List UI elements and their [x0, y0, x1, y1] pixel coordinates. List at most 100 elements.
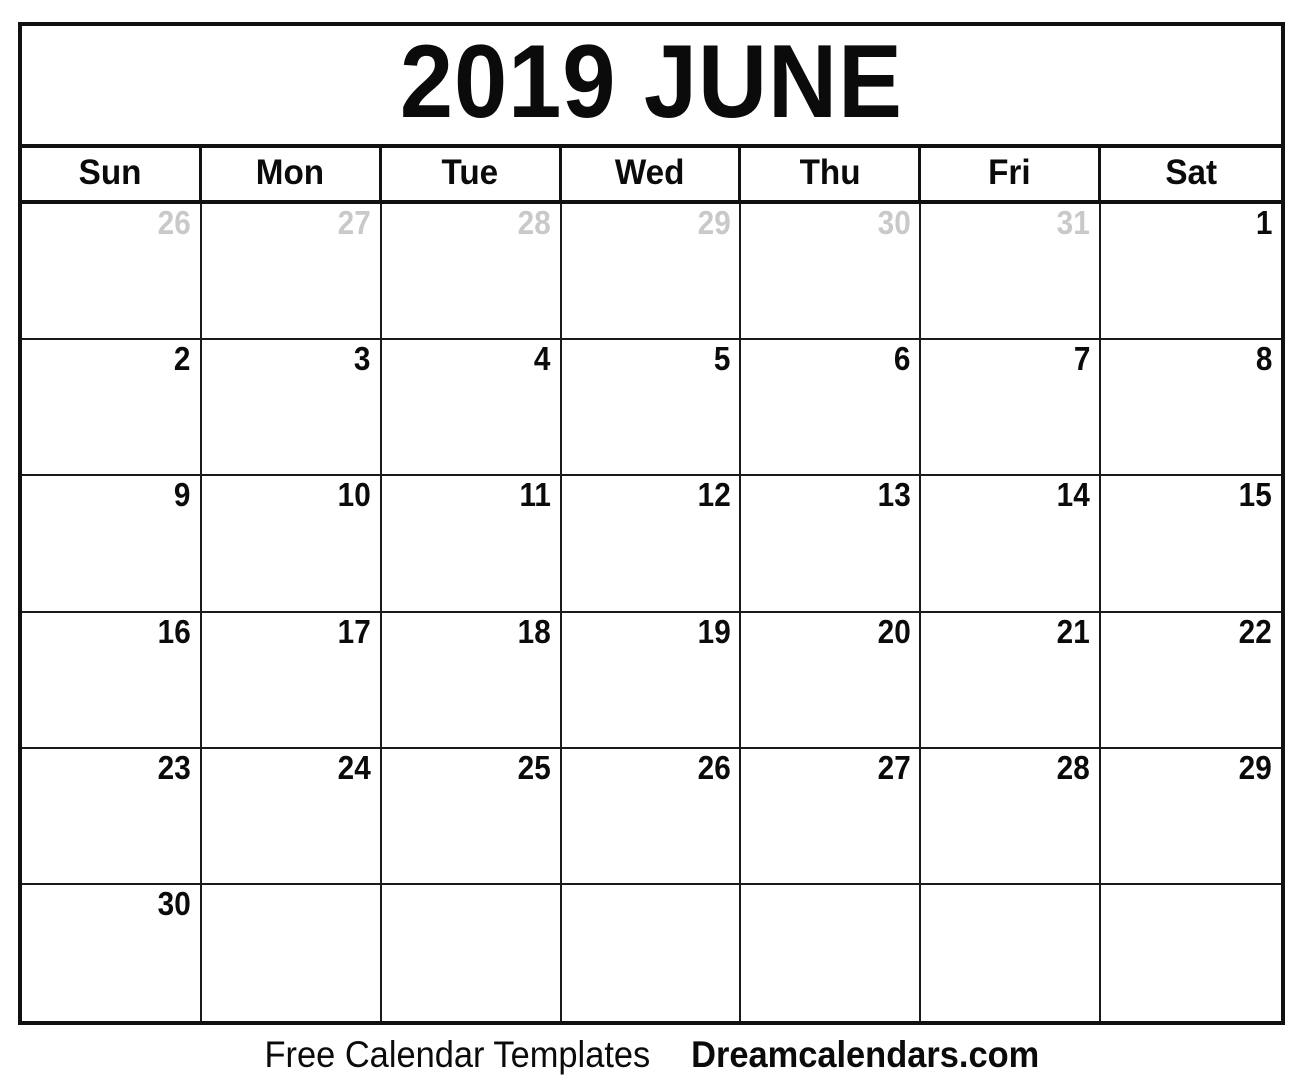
day-cell[interactable]: 24: [201, 748, 382, 885]
weekday-header-mon: Mon: [201, 148, 382, 200]
day-cell[interactable]: 7: [921, 340, 1102, 477]
day-number: 4: [534, 340, 551, 378]
day-cell[interactable]: 15: [1101, 476, 1281, 613]
page-title: 2019 JUNE: [400, 26, 903, 140]
day-number: 19: [697, 612, 731, 650]
day-cell[interactable]: [201, 884, 382, 1021]
day-cell[interactable]: 20: [741, 612, 922, 749]
day-number: 3: [354, 340, 371, 378]
day-number: 23: [157, 748, 191, 786]
adjacent-day-number: 26: [157, 204, 191, 241]
day-cell[interactable]: 23: [22, 748, 202, 885]
adjacent-day-number: 28: [517, 204, 551, 241]
day-cell[interactable]: [381, 884, 562, 1021]
day-cell[interactable]: 8: [1101, 340, 1281, 477]
weekday-header-label: Fri: [988, 153, 1031, 192]
day-cell[interactable]: 29: [1101, 748, 1281, 885]
day-number: 13: [877, 476, 911, 514]
calendar-frame: 2019 JUNE Sun Mon Tue Wed Thu Fri Sat 26 27 28 29…: [18, 22, 1285, 1025]
day-number: 6: [893, 340, 911, 378]
day-cell[interactable]: 16: [22, 612, 202, 749]
day-cell[interactable]: 31: [921, 204, 1102, 341]
day-number: 11: [519, 476, 551, 514]
day-cell[interactable]: [741, 884, 922, 1021]
day-number: 17: [337, 612, 371, 650]
day-cell[interactable]: 25: [381, 748, 562, 885]
day-number: 18: [517, 612, 551, 650]
day-number: 25: [517, 748, 551, 786]
day-cell[interactable]: 21: [921, 612, 1102, 749]
adjacent-day-number: 30: [877, 204, 911, 241]
day-number: 14: [1057, 476, 1091, 514]
weekday-header-fri: Fri: [921, 148, 1102, 200]
day-cell[interactable]: 18: [381, 612, 562, 749]
day-cell[interactable]: 2: [22, 340, 202, 477]
day-number: 5: [713, 340, 731, 378]
day-cell[interactable]: 14: [921, 476, 1102, 613]
weekday-header-label: Sat: [1165, 153, 1217, 192]
day-number: 30: [157, 884, 191, 922]
footer: Free Calendar Templates Dreamcalendars.c…: [0, 1031, 1303, 1079]
weekday-header-wed: Wed: [561, 148, 742, 200]
adjacent-day-number: 31: [1057, 204, 1091, 241]
day-cell[interactable]: 10: [201, 476, 382, 613]
calendar-page: 2019 JUNE Sun Mon Tue Wed Thu Fri Sat 26 27 28 29…: [0, 0, 1303, 1079]
day-cell[interactable]: 13: [741, 476, 922, 613]
day-number: 20: [877, 612, 911, 650]
day-cell[interactable]: [921, 884, 1102, 1021]
day-cell[interactable]: 26: [561, 748, 742, 885]
day-cell[interactable]: 30: [22, 884, 202, 1021]
day-cell[interactable]: 30: [741, 204, 922, 341]
day-cell[interactable]: 27: [741, 748, 922, 885]
day-cell[interactable]: 27: [201, 204, 382, 341]
day-number: 15: [1238, 476, 1272, 514]
weekday-header-thu: Thu: [741, 148, 922, 200]
day-number: 22: [1238, 612, 1272, 650]
day-cell[interactable]: [1101, 884, 1281, 1021]
day-number: 1: [1255, 204, 1272, 241]
day-number: 9: [174, 476, 191, 514]
footer-free-calendar-templates-text: Free Calendar Templates: [264, 1034, 651, 1075]
day-number: 8: [1255, 340, 1272, 378]
weekday-header-label: Tue: [441, 153, 499, 192]
day-cell[interactable]: 28: [921, 748, 1102, 885]
day-cell[interactable]: 29: [561, 204, 742, 341]
day-cell[interactable]: 22: [1101, 612, 1281, 749]
adjacent-day-number: 29: [697, 204, 731, 241]
day-cell[interactable]: 6: [741, 340, 922, 477]
day-number: 28: [1057, 748, 1091, 786]
calendar-title-band: 2019 JUNE: [22, 26, 1281, 148]
day-number: 26: [697, 748, 731, 786]
day-number: 24: [337, 748, 371, 786]
weekday-header-sat: Sat: [1101, 148, 1281, 200]
day-number: 21: [1057, 612, 1091, 650]
day-number: 16: [157, 612, 191, 650]
day-cell[interactable]: 26: [22, 204, 202, 341]
day-cell[interactable]: 4: [381, 340, 562, 477]
day-cell[interactable]: 28: [381, 204, 562, 341]
day-number: 27: [877, 748, 911, 786]
day-cell[interactable]: 11: [381, 476, 562, 613]
day-cell[interactable]: 9: [22, 476, 202, 613]
weekday-header-label: Thu: [799, 153, 861, 192]
day-number: 12: [697, 476, 731, 514]
day-cell[interactable]: 5: [561, 340, 742, 477]
day-cell[interactable]: 17: [201, 612, 382, 749]
day-cell[interactable]: [561, 884, 742, 1021]
day-number: 10: [337, 476, 371, 514]
weekday-header-label: Sun: [79, 153, 142, 192]
day-cell[interactable]: 3: [201, 340, 382, 477]
footer-site-name: Dreamcalendars.com: [691, 1034, 1040, 1075]
day-number: 2: [174, 340, 191, 378]
weekday-header-label: Wed: [615, 153, 685, 192]
adjacent-day-number: 27: [337, 204, 371, 241]
day-cell[interactable]: 1: [1101, 204, 1281, 341]
weekday-header-sun: Sun: [22, 148, 202, 200]
day-number: 29: [1238, 748, 1272, 786]
weekday-header-row: Sun Mon Tue Wed Thu Fri Sat: [22, 148, 1281, 204]
day-grid: 26 27 28 29 30 31 1 2 3 4 5 6 7 8 9 10 11 12 13 14 15 16 17 18 1…: [22, 204, 1281, 1021]
day-cell[interactable]: 12: [561, 476, 742, 613]
day-number: 7: [1073, 340, 1091, 378]
weekday-header-tue: Tue: [381, 148, 562, 200]
day-cell[interactable]: 19: [561, 612, 742, 749]
